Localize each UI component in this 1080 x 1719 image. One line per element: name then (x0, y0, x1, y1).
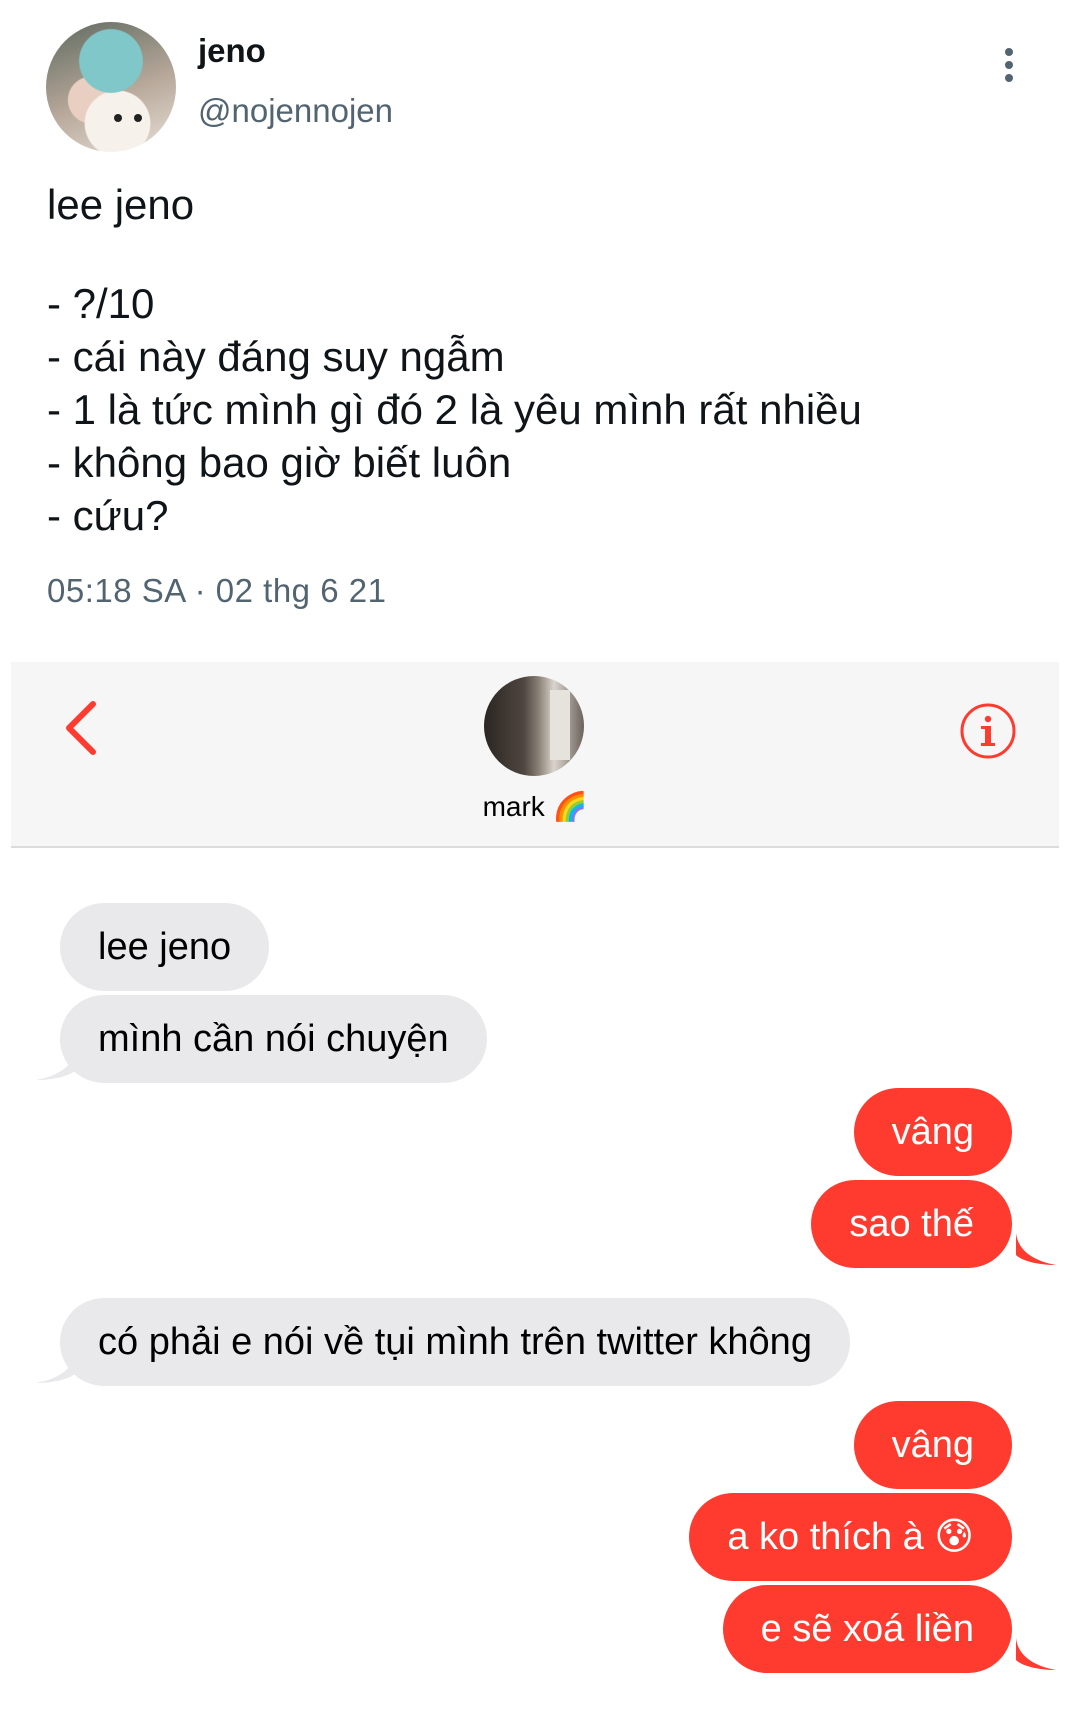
message-bubble-outgoing[interactable]: a ko thích à 😰 (689, 1493, 1012, 1581)
tweet-line: - cứu? (47, 492, 169, 539)
contact-avatar[interactable] (484, 676, 584, 776)
message-bubble-incoming[interactable]: mình cần nói chuyện (60, 995, 487, 1083)
bubble-tail (1016, 1638, 1056, 1670)
tweet-line: - cái này đáng suy ngẫm (47, 333, 505, 380)
tweet-line: lee jeno (47, 181, 195, 228)
tweet-body: lee jeno - ?/10 - cái này đáng suy ngẫm … (47, 178, 862, 542)
message-bubble-outgoing[interactable]: vâng (853, 1088, 1012, 1176)
tweet-line: - không bao giờ biết luôn (47, 439, 512, 486)
display-name[interactable]: jeno (198, 32, 266, 70)
bubble-tail (36, 1048, 76, 1080)
info-icon[interactable] (959, 702, 1017, 760)
message-bubble-outgoing[interactable]: e sẽ xoá liền (722, 1585, 1012, 1673)
message-bubble-outgoing[interactable]: sao thế (811, 1180, 1012, 1268)
conversation-header: mark 🌈 (11, 662, 1059, 848)
tweet-card: jeno @nojennojen lee jeno - ?/10 - cái n… (0, 0, 1080, 660)
bubble-tail (1016, 1233, 1056, 1265)
bubble-tail (36, 1351, 76, 1383)
message-thread: lee jeno mình cần nói chuyện vâng sao th… (0, 848, 1080, 1719)
tweet-line: - ?/10 (47, 280, 155, 327)
message-bubble-outgoing[interactable]: vâng (853, 1401, 1012, 1489)
message-bubble-incoming[interactable]: có phải e nói về tụi mình trên twitter k… (60, 1298, 850, 1386)
tweet-line: - 1 là tức mình gì đó 2 là yêu mình rất … (47, 386, 862, 433)
user-handle[interactable]: @nojennojen (198, 92, 393, 130)
contact-name[interactable]: mark 🌈 (11, 790, 1059, 823)
more-vertical-icon[interactable] (1002, 48, 1016, 84)
message-bubble-incoming[interactable]: lee jeno (60, 903, 270, 991)
tweet-timestamp[interactable]: 05:18 SA · 02 thg 6 21 (47, 572, 386, 610)
chevron-left-icon[interactable] (61, 698, 101, 758)
profile-avatar[interactable] (46, 22, 176, 152)
